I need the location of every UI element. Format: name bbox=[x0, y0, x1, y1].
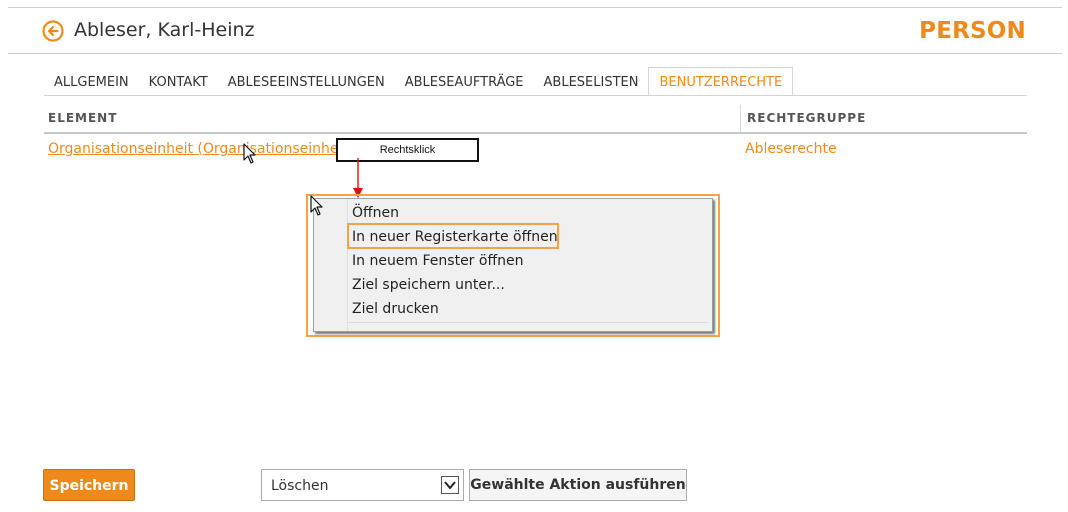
save-button[interactable]: Speichern bbox=[43, 469, 135, 501]
menu-item-print-target[interactable]: Ziel drucken bbox=[352, 301, 439, 317]
mouse-pointer-icon bbox=[243, 143, 256, 164]
rights-group-link[interactable]: Ableserechte bbox=[745, 141, 837, 157]
tab-ableselisten[interactable]: ABLESELISTEN bbox=[534, 68, 649, 95]
tab-allgemein[interactable]: ALLGEMEIN bbox=[44, 68, 139, 95]
action-select-value: Löschen bbox=[271, 478, 329, 494]
menu-item-open[interactable]: Öffnen bbox=[352, 205, 399, 221]
execute-action-button[interactable]: Gewählte Aktion ausführen bbox=[469, 469, 687, 501]
menu-item-open-new-window[interactable]: In neuem Fenster öffnen bbox=[352, 253, 523, 269]
menu-item-selection-highlight bbox=[347, 223, 559, 249]
back-arrow-icon[interactable] bbox=[42, 20, 64, 42]
brand-label: PERSON bbox=[919, 18, 1026, 44]
person-title: Ableser, Karl-Heinz bbox=[74, 19, 255, 41]
table-header-underline bbox=[44, 132, 1027, 134]
tab-ableseeinstellungen[interactable]: ABLESEEINSTELLUNGEN bbox=[218, 68, 395, 95]
tab-bar: ALLGEMEIN KONTAKT ABLESEEINSTELLUNGEN AB… bbox=[44, 67, 794, 96]
top-border bbox=[8, 7, 1062, 8]
menu-bottom-separator bbox=[348, 322, 708, 323]
chevron-down-icon[interactable] bbox=[441, 476, 459, 494]
context-menu: Öffnen In neuer Registerkarte öffnen In … bbox=[313, 198, 713, 332]
tab-ableseauftraege[interactable]: ABLESEAUFTRÄGE bbox=[395, 68, 534, 95]
tab-baseline bbox=[44, 95, 1027, 96]
column-header-element: ELEMENT bbox=[48, 111, 118, 125]
header-divider bbox=[8, 53, 1062, 54]
mouse-pointer-icon bbox=[310, 195, 323, 216]
element-link[interactable]: Organisationseinheit (Organisationseinhe… bbox=[48, 141, 353, 157]
column-header-rechtegruppe: RECHTEGRUPPE bbox=[747, 111, 867, 125]
column-separator bbox=[740, 105, 741, 133]
menu-item-save-target[interactable]: Ziel speichern unter... bbox=[352, 277, 505, 293]
action-select[interactable]: Löschen bbox=[261, 469, 464, 501]
tab-benutzerrechte[interactable]: BENUTZERRECHTE bbox=[648, 67, 794, 96]
menu-gutter bbox=[347, 199, 348, 331]
tab-kontakt[interactable]: KONTAKT bbox=[139, 68, 218, 95]
